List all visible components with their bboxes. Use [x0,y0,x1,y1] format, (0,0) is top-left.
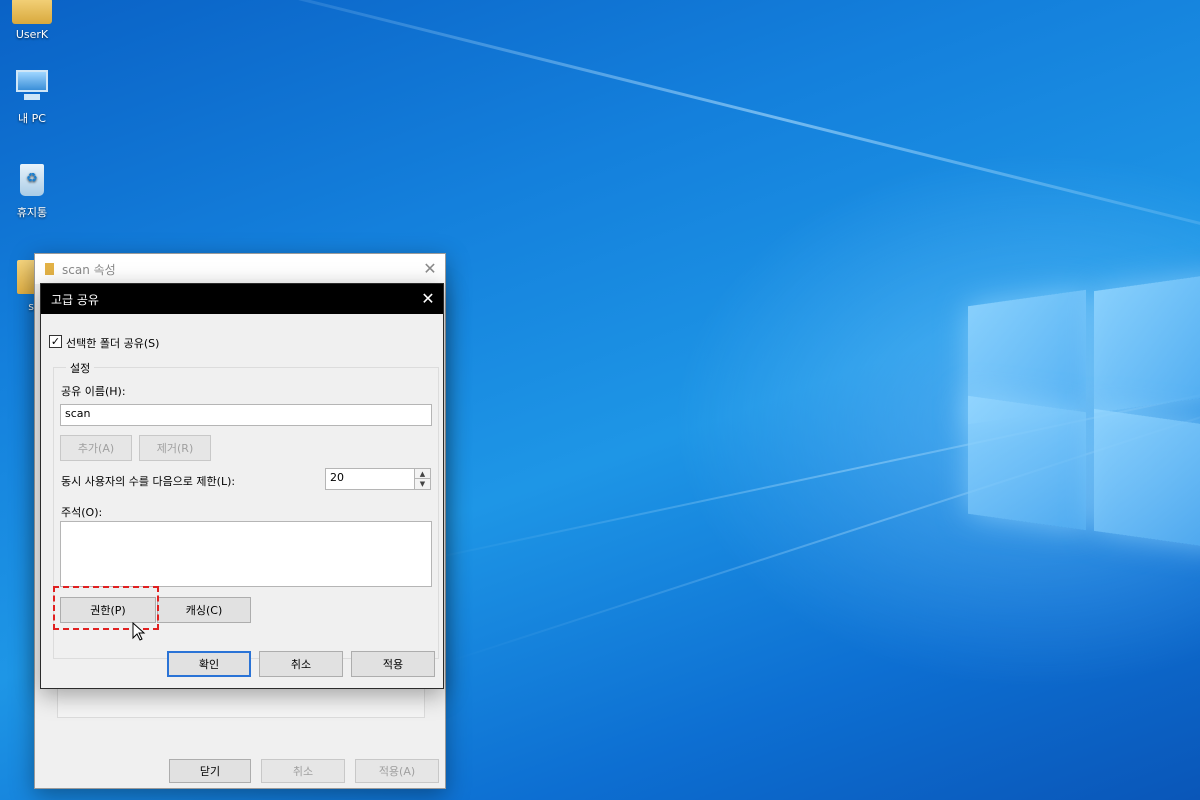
share-folder-label: 선택한 폴더 공유(S) [66,337,160,350]
light-beam [149,0,1200,278]
mouse-cursor-icon [132,622,146,641]
window-titlebar: scan 속성 ✕ [35,254,445,284]
desktop-icon-label: UserK [15,28,49,41]
share-name-input[interactable]: scan [60,404,432,426]
recycle-bin-icon: ♻ [12,160,52,200]
remove-button[interactable]: 제거(R) [139,435,211,461]
user-limit-label: 동시 사용자의 수를 다음으로 제한(L): [61,475,236,488]
desktop-icon-recycle-bin[interactable]: ♻ 휴지통 [0,160,64,220]
desktop-icon-label: 휴지통 [16,206,48,219]
ok-button[interactable]: 확인 [167,651,251,677]
chevron-up-icon[interactable]: ▲ [415,469,430,479]
dialog-cancel-button[interactable]: 취소 [259,651,343,677]
advanced-sharing-dialog: 고급 공유 ✕ ✓ 선택한 폴더 공유(S) 설정 공유 이름(H): scan… [40,283,444,689]
permissions-button[interactable]: 권한(P) [60,597,156,623]
folder-icon [45,263,54,275]
settings-group-title: 설정 [66,360,95,376]
close-icon[interactable]: ✕ [413,284,443,314]
props-cancel-button[interactable]: 취소 [261,759,345,783]
dialog-titlebar: 고급 공유 ✕ [41,284,443,314]
share-name-label: 공유 이름(H): [61,385,126,398]
desktop-icon-this-pc[interactable]: 내 PC [0,66,64,126]
share-name-value: scan [65,407,91,420]
dialog-apply-button[interactable]: 적용 [351,651,435,677]
share-folder-checkbox[interactable]: ✓ [49,335,62,348]
props-panel [57,684,425,718]
comment-label: 주석(O): [61,506,103,519]
comment-textarea[interactable] [60,521,432,587]
props-apply-button[interactable]: 적용(A) [355,759,439,783]
windows-logo [968,270,1200,550]
user-folder-icon [12,0,52,24]
caching-button[interactable]: 캐싱(C) [157,597,251,623]
desktop-icon-userk[interactable]: UserK [0,0,64,41]
folder-icon [5,256,37,296]
window-title: scan 속성 [62,262,116,277]
spin-buttons[interactable]: ▲ ▼ [414,469,430,489]
user-limit-value: 20 [330,471,344,484]
add-button[interactable]: 추가(A) [60,435,132,461]
dialog-title: 고급 공유 [51,292,99,307]
close-icon[interactable]: ✕ [415,254,445,284]
desktop-icon-label: 내 PC [18,112,46,125]
close-button[interactable]: 닫기 [169,759,251,783]
computer-icon [12,66,52,106]
chevron-down-icon[interactable]: ▼ [415,479,430,489]
user-limit-stepper[interactable]: 20 ▲ ▼ [325,468,431,490]
